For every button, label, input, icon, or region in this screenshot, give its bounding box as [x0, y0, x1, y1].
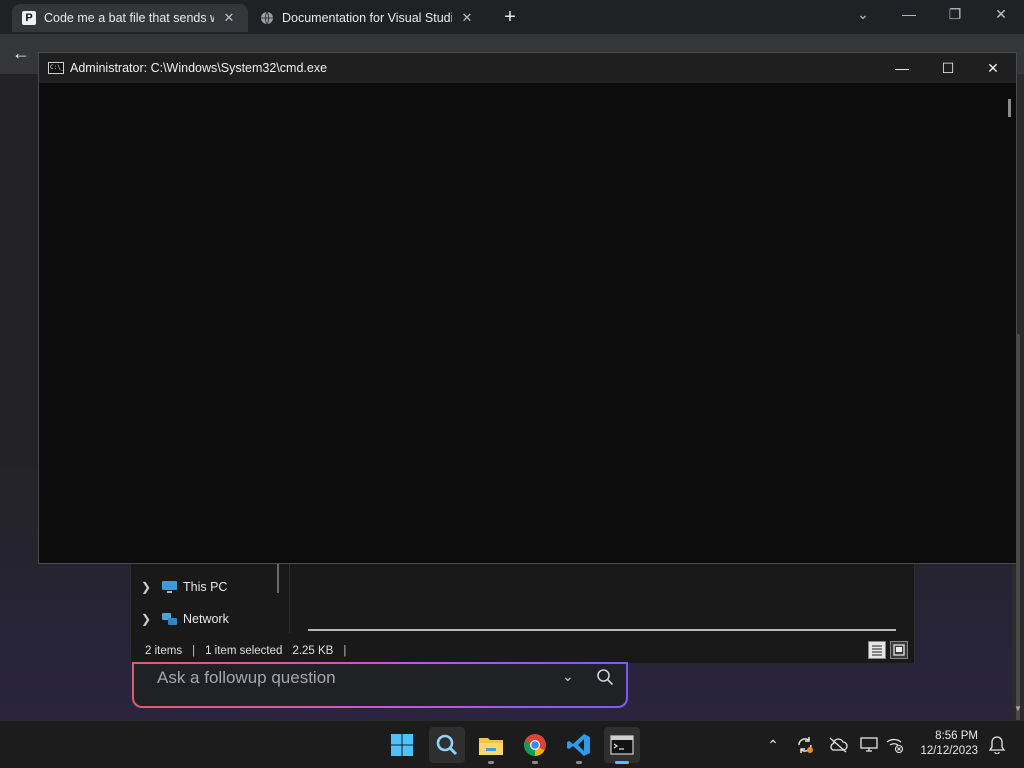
nav-item-this-pc[interactable]: ❯ This PC: [131, 575, 227, 599]
nav-item-network[interactable]: ❯ Network: [131, 607, 229, 631]
network-icon: [161, 612, 183, 627]
cmd-window[interactable]: C:\_ Administrator: C:\Windows\System32\…: [38, 52, 1017, 564]
new-tab-button[interactable]: +: [500, 6, 520, 29]
pane-divider: [289, 563, 290, 633]
clock-time: 8:56 PM: [935, 730, 978, 742]
windows-start-icon[interactable]: [384, 727, 420, 763]
cmd-minimize-button[interactable]: —: [879, 53, 925, 83]
pane-splitter[interactable]: [277, 563, 279, 593]
scroll-down-icon[interactable]: ▼: [1014, 704, 1022, 713]
cmd-close-button[interactable]: ✕: [970, 53, 1016, 83]
browser-restore-button[interactable]: ❐: [945, 6, 965, 23]
browser-minimize-button[interactable]: —: [899, 6, 919, 22]
display-icon[interactable]: [859, 735, 879, 755]
status-separator: |: [192, 644, 196, 657]
horizontal-scrollbar[interactable]: [308, 629, 896, 631]
tab-close-icon[interactable]: ✕: [222, 10, 236, 26]
sync-icon[interactable]: [795, 735, 815, 755]
tab-title: Code me a bat file that sends wi: [44, 11, 214, 25]
view-toggle-group: [868, 641, 908, 659]
terminal-icon[interactable]: [604, 727, 640, 763]
vscode-icon[interactable]: [561, 727, 597, 763]
clock-date: 12/12/2023: [920, 745, 978, 757]
cmd-maximize-button[interactable]: ☐: [925, 53, 971, 83]
cloud-offline-icon[interactable]: [828, 735, 848, 755]
computer-icon: [161, 580, 183, 594]
file-explorer-icon[interactable]: [473, 727, 509, 763]
details-view-icon[interactable]: [868, 641, 886, 659]
search-icon[interactable]: [429, 727, 465, 763]
system-clock[interactable]: 8:56 PM 12/12/2023: [912, 729, 978, 759]
file-explorer-window: ❯ This PC ❯ Network 2 items | 1 item sel…: [130, 563, 915, 663]
back-arrow-icon[interactable]: ←: [12, 43, 30, 64]
cmd-window-title: Administrator: C:\Windows\System32\cmd.e…: [70, 61, 328, 75]
globe-icon: [261, 11, 273, 25]
selection-count: 1 item selected: [205, 644, 283, 657]
cmd-title-bar[interactable]: C:\_ Administrator: C:\Windows\System32\…: [39, 53, 1016, 83]
taskbar: ⌃ 8:56 PM 12/12/2023: [0, 720, 1024, 768]
cmd-scrollbar-thumb[interactable]: [1008, 99, 1011, 117]
tab-search-icon[interactable]: ⌄: [853, 6, 873, 23]
cmd-scrollbar[interactable]: [1001, 83, 1016, 563]
chrome-icon[interactable]: [517, 727, 553, 763]
chevron-right-icon[interactable]: ❯: [131, 580, 161, 594]
browser-tab-bar: P Code me a bat file that sends wi ✕ Doc…: [0, 0, 1024, 34]
app-active-indicator: [615, 761, 629, 764]
tab-code-bat-file[interactable]: P Code me a bat file that sends wi ✕: [12, 4, 248, 32]
explorer-status-bar: 2 items | 1 item selected 2.25 KB |: [131, 638, 916, 663]
network-disconnected-icon[interactable]: [885, 735, 905, 755]
followup-input-placeholder[interactable]: Ask a followup question: [157, 668, 336, 688]
tab-documentation[interactable]: Documentation for Visual Studio ✕: [250, 4, 486, 32]
search-icon[interactable]: [596, 668, 614, 691]
nav-item-label: Network: [183, 612, 229, 626]
chevron-up-icon[interactable]: ⌃: [763, 735, 783, 755]
cmd-console-area[interactable]: [39, 83, 1001, 563]
app-running-indicator: [488, 761, 494, 764]
chevron-down-icon[interactable]: ⌄: [562, 668, 574, 685]
tab-close-icon[interactable]: ✕: [460, 10, 474, 26]
browser-close-button[interactable]: ✕: [991, 6, 1011, 23]
tab-title: Documentation for Visual Studio: [282, 11, 452, 25]
app-running-indicator: [576, 761, 582, 764]
chevron-right-icon[interactable]: ❯: [131, 612, 161, 626]
p-icon: P: [22, 11, 36, 25]
selection-size: 2.25 KB: [292, 644, 334, 657]
nav-item-label: This PC: [183, 580, 228, 594]
item-count: 2 items: [145, 644, 183, 657]
status-separator: |: [343, 644, 347, 657]
followup-input-box[interactable]: Ask a followup question ⌄: [132, 662, 628, 708]
large-icons-view-icon[interactable]: [890, 641, 908, 659]
notification-bell-icon[interactable]: [987, 735, 1007, 755]
app-running-indicator: [532, 761, 538, 764]
cmd-icon: C:\_: [48, 62, 64, 74]
